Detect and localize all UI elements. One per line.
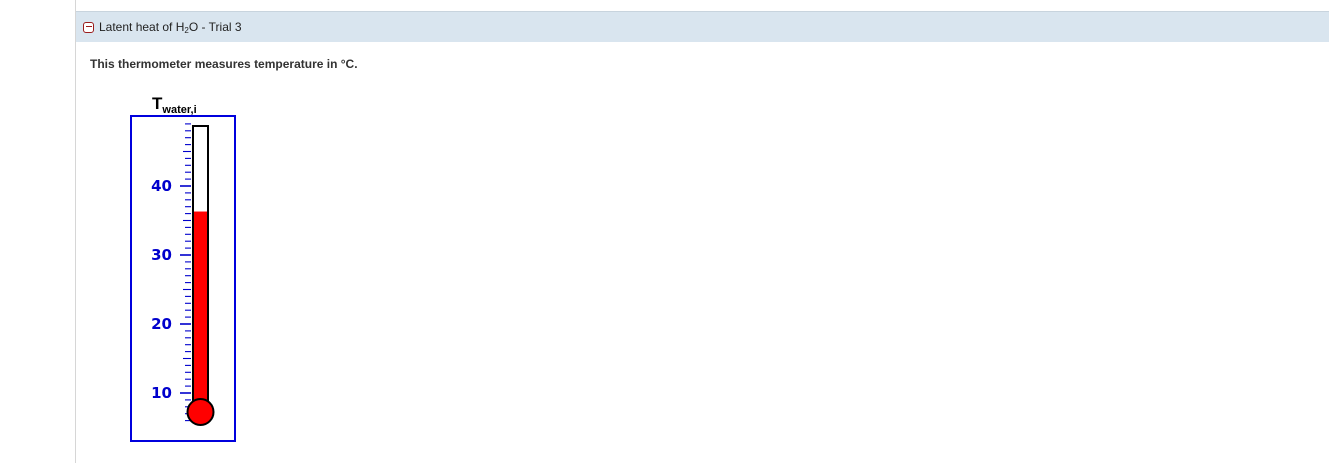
thermometer-description: This thermometer measures temperature in… [90,57,358,71]
tick-label: 30 [151,246,172,264]
thermometer-bulb [186,398,215,426]
tick-label: 10 [151,384,172,402]
panel-title-suffix: O - Trial 3 [188,20,242,34]
panel-title[interactable]: Latent heat of H2O - Trial 3 [99,20,242,35]
thermometer-label-main: T [152,94,163,113]
page: Latent heat of H2O - Trial 3 This thermo… [0,0,1329,463]
panel-header[interactable]: Latent heat of H2O - Trial 3 [76,11,1329,42]
tick-label: 20 [151,315,172,333]
question-panel: Latent heat of H2O - Trial 3 This thermo… [76,0,1329,463]
tick-label: 40 [151,177,172,195]
thermometer-label: Twater,i [152,94,197,116]
panel-title-prefix: Latent heat of H [99,20,185,34]
thermometer: 10 20 30 40 [130,115,236,442]
collapse-minus-icon[interactable] [83,21,94,33]
thermometer-mercury [194,211,207,411]
